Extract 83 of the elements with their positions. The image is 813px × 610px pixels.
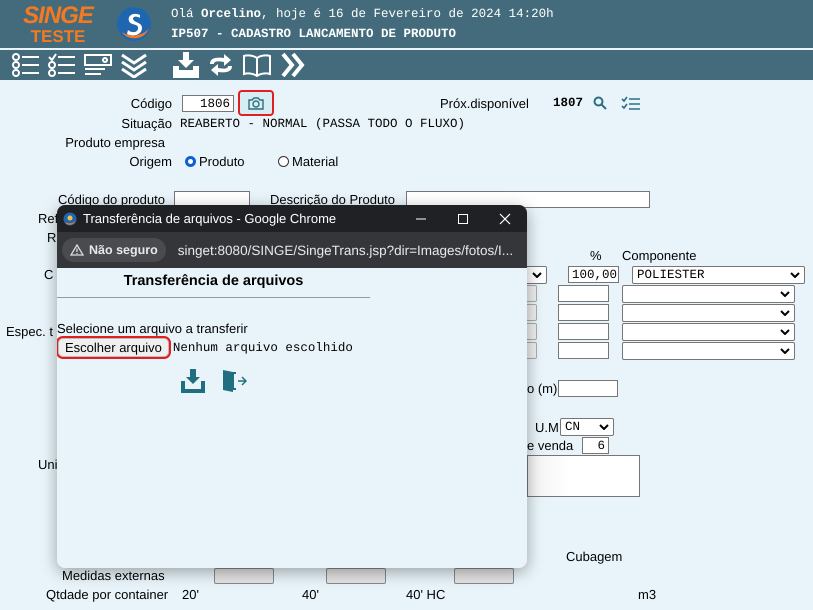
field-label: Origem xyxy=(128,154,172,168)
window-title: Transferência de arquivos - Google Chrome xyxy=(83,211,338,226)
field-label: Cubagem xyxy=(566,548,622,564)
field-label: Uni xyxy=(38,457,59,472)
close-icon[interactable] xyxy=(499,212,511,224)
column-header: Componente xyxy=(622,248,696,263)
checklist-icon[interactable] xyxy=(621,96,641,110)
field-label: Ref xyxy=(38,211,58,226)
dialog-heading: Transferência de arquivos xyxy=(122,273,304,289)
sale-field[interactable]: 6 xyxy=(582,437,609,454)
screen-title: IP507 - CADASTRO LANCAMENTO DE PRODUTO xyxy=(171,27,458,41)
component-dropdown[interactable] xyxy=(622,322,795,340)
url-text: singet:8080/SINGE/SingeTrans.jsp?dir=Images/fotos/I... xyxy=(178,242,514,258)
field-label: o (m) xyxy=(527,380,558,396)
percent-field[interactable] xyxy=(558,304,609,321)
download-icon[interactable] xyxy=(172,52,200,78)
security-chip[interactable]: Não seguro xyxy=(62,238,166,262)
chevron-down-icon xyxy=(790,272,800,278)
list-icon[interactable] xyxy=(12,53,40,77)
logo-subtitle: TESTE xyxy=(30,28,86,44)
input-field xyxy=(454,568,514,584)
camera-icon xyxy=(248,96,264,110)
field-label: Produto empresa xyxy=(64,135,165,150)
field-label: U.M xyxy=(535,420,560,434)
percent-field[interactable] xyxy=(558,342,609,359)
input-field xyxy=(326,568,386,584)
next-code-text: 1807 xyxy=(553,96,584,110)
chevrons-down-icon[interactable] xyxy=(120,52,148,78)
chevron-down-icon xyxy=(599,424,609,430)
unit-text: m3 xyxy=(638,587,656,602)
input-field xyxy=(214,568,274,584)
greeting-text: Olá Orcelino, hoje é 16 de Fevereiro de 2024 14:20h xyxy=(171,7,554,21)
exit-icon[interactable] xyxy=(221,369,247,393)
field-label: Situação xyxy=(120,116,172,131)
search-icon[interactable] xyxy=(593,96,607,110)
component-dropdown[interactable]: POLIESTER xyxy=(632,266,805,284)
radio-option[interactable]: Produto xyxy=(185,154,278,168)
column-header: % xyxy=(590,248,603,263)
field-label: e venda xyxy=(527,438,574,453)
choose-file-button[interactable]: Escolher arquivo xyxy=(58,338,169,357)
field-label: Medidas externas xyxy=(62,568,166,583)
status-text: REABERTO - NORMAL (PASSA TODO O FLUXO) xyxy=(180,116,466,130)
maximize-icon[interactable] xyxy=(457,212,469,224)
field-label: Código do produto xyxy=(57,192,165,206)
chevrons-right-icon[interactable] xyxy=(280,52,306,78)
component-dropdown[interactable] xyxy=(622,284,795,302)
checklist-icon[interactable] xyxy=(48,53,76,77)
column-label: 20' xyxy=(182,587,200,602)
field-label: Descrição do Produto xyxy=(270,192,396,206)
form-icon[interactable] xyxy=(84,53,112,77)
chevron-down-icon xyxy=(532,272,542,278)
refresh-icon[interactable] xyxy=(208,53,234,77)
chevron-down-icon xyxy=(780,328,790,334)
component-dropdown[interactable] xyxy=(622,342,795,360)
component-dropdown[interactable] xyxy=(622,304,795,322)
field-label: Qtdade por container xyxy=(46,587,170,602)
code-field[interactable]: 1806 xyxy=(182,94,234,112)
camera-button[interactable] xyxy=(238,90,274,116)
field-label: Código xyxy=(130,96,172,110)
prompt-text: Selecione um arquivo a transferir xyxy=(57,321,249,336)
logo-icon xyxy=(116,6,152,42)
percent-field[interactable] xyxy=(558,323,609,340)
chevron-down-icon xyxy=(780,290,790,296)
column-label: 40' xyxy=(302,587,320,602)
field-label: Espec. t xyxy=(6,324,53,339)
file-status-text: Nenhum arquivo escolhido xyxy=(172,340,353,354)
description-field[interactable] xyxy=(406,190,650,208)
chevron-down-icon xyxy=(780,310,790,316)
logo-text: SINGE xyxy=(23,4,93,28)
radio-option[interactable]: Material xyxy=(278,154,371,168)
length-field[interactable] xyxy=(558,380,618,396)
percent-field[interactable]: 100,00 xyxy=(568,266,619,283)
text-area[interactable] xyxy=(527,455,640,497)
percent-field[interactable] xyxy=(558,285,609,302)
browser-icon xyxy=(63,212,77,226)
field-label: R xyxy=(47,230,56,244)
column-label: 40' HC xyxy=(406,587,446,602)
field-label: C xyxy=(44,267,54,282)
book-icon[interactable] xyxy=(242,53,272,77)
chevron-down-icon xyxy=(780,348,790,354)
unit-dropdown[interactable]: CN xyxy=(560,418,614,436)
field-label: Próx.disponível xyxy=(440,96,530,110)
warning-icon xyxy=(70,244,84,256)
